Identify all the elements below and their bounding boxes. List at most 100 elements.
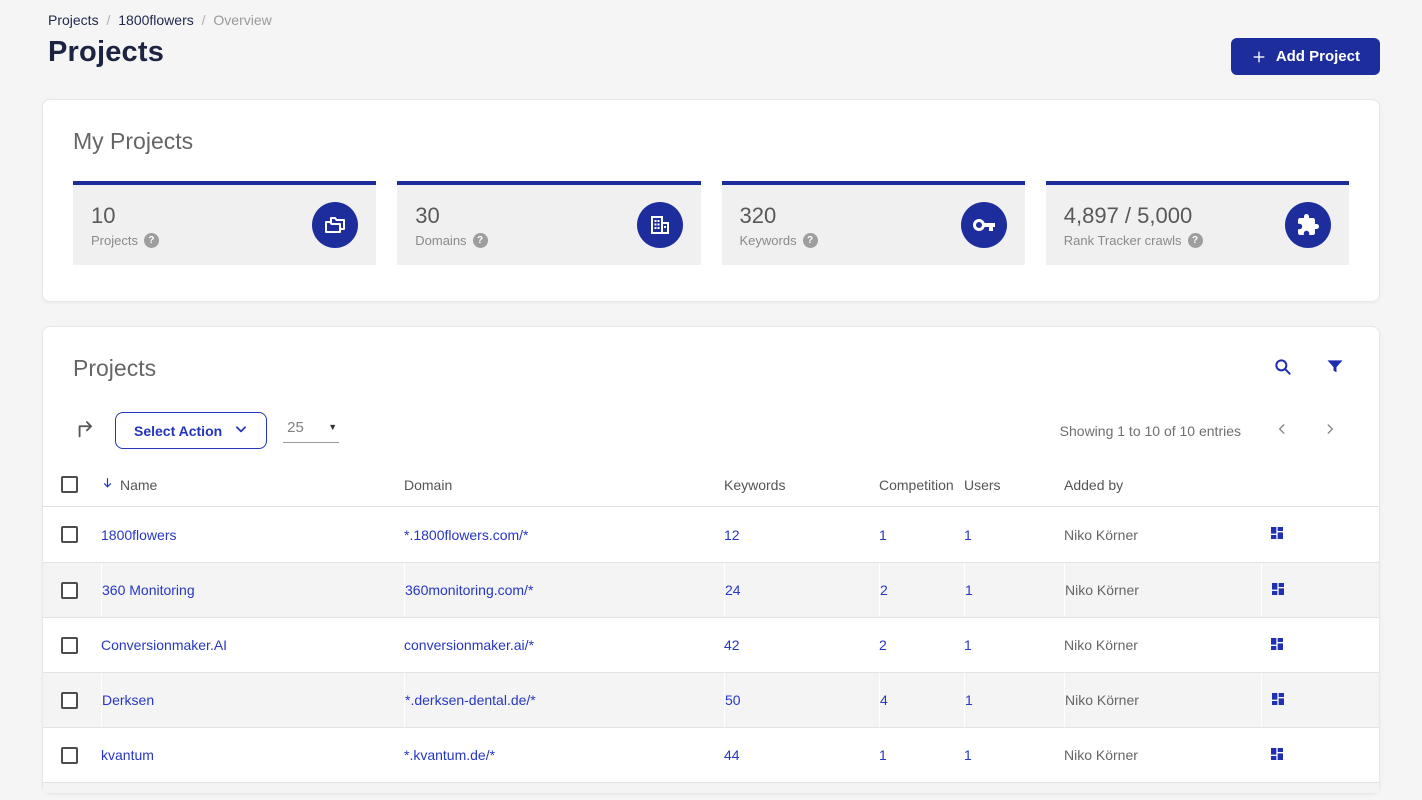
plus-icon (1251, 49, 1267, 65)
key-icon (960, 202, 1007, 248)
table-body: 1800flowers *.1800flowers.com/* 12 1 1 N… (43, 507, 1379, 793)
users-count-link[interactable]: 1 (965, 692, 973, 708)
users-count-link[interactable]: 1 (965, 582, 973, 598)
select-action-label: Select Action (134, 422, 223, 439)
select-all-checkbox[interactable] (61, 476, 78, 493)
project-name-link[interactable]: kvantum (101, 747, 154, 763)
users-count-link[interactable]: 1 (964, 527, 972, 543)
stat-label: Rank Tracker crawls (1063, 232, 1182, 248)
help-icon[interactable]: ? (1187, 232, 1203, 248)
row-checkbox[interactable] (61, 581, 78, 599)
sort-descending-icon (101, 476, 114, 493)
building-icon (636, 202, 683, 248)
keywords-count-link[interactable]: 50 (725, 692, 741, 708)
help-icon[interactable]: ? (472, 232, 488, 248)
my-projects-panel: My Projects 10 Projects ? 30 Domains ? 3… (42, 99, 1380, 302)
search-icon (1273, 359, 1293, 380)
stat-card-domains: 30 Domains ? (397, 181, 701, 265)
filter-icon (1325, 360, 1345, 380)
dashboard-button[interactable] (1267, 523, 1287, 546)
column-header-label: Name (120, 476, 158, 493)
dashboard-icon (1269, 747, 1285, 765)
project-domain-link[interactable]: 360monitoring.com/* (405, 582, 533, 598)
dashboard-button[interactable] (1268, 579, 1288, 602)
column-header-name[interactable]: Name (101, 463, 404, 506)
project-domain-link[interactable]: *.1800flowers.com/* (404, 527, 529, 543)
stat-value: 4,897 / 5,000 (1063, 202, 1193, 228)
page-size-select[interactable]: 25 ▼ (283, 418, 340, 443)
projects-panel: Projects Select Action 25 ▼ Showing 1 to… (42, 326, 1380, 794)
dashboard-button[interactable] (1268, 689, 1288, 712)
breadcrumb-separator: / (106, 12, 111, 28)
project-name-link[interactable]: Derksen (102, 692, 154, 708)
table-row: 360 Monitoring 360monitoring.com/* 24 2 … (43, 562, 1379, 617)
project-domain-link[interactable]: *.derksen-dental.de/* (405, 692, 536, 708)
added-by-value: Niko Körner (1064, 637, 1138, 653)
column-header-keywords[interactable]: Keywords (724, 463, 879, 506)
export-button[interactable] (73, 418, 99, 443)
caret-down-icon: ▼ (328, 422, 338, 432)
column-header-added-by[interactable]: Added by (1064, 463, 1261, 506)
chevron-right-icon (1323, 424, 1337, 439)
added-by-value: Niko Körner (1065, 582, 1139, 598)
competition-count-link[interactable]: 1 (879, 527, 887, 543)
added-by-value: Niko Körner (1064, 526, 1138, 543)
project-name-link[interactable]: 360 Monitoring (102, 582, 195, 598)
table-toolbar: Select Action 25 ▼ Showing 1 to 10 of 10… (43, 382, 1379, 449)
breadcrumb-separator: / (201, 12, 206, 28)
keywords-count-link[interactable]: 12 (724, 527, 740, 543)
add-project-label: Add Project (1275, 48, 1360, 65)
dashboard-button[interactable] (1267, 744, 1287, 767)
table-row: Conversionmaker.AI conversionmaker.ai/* … (43, 617, 1379, 672)
search-button[interactable] (1271, 355, 1295, 382)
row-checkbox[interactable] (61, 691, 78, 709)
table-row: kvantum *.kvantum.de/* 44 1 1 Niko Körne… (43, 727, 1379, 782)
select-action-dropdown[interactable]: Select Action (115, 412, 268, 449)
breadcrumb-1800flowers[interactable]: 1800flowers (118, 12, 194, 28)
keywords-count-link[interactable]: 44 (724, 747, 740, 763)
row-checkbox[interactable] (61, 746, 78, 764)
stat-card-keywords: 320 Keywords ? (721, 181, 1025, 265)
dashboard-button[interactable] (1267, 634, 1287, 657)
dashboard-icon (1270, 582, 1286, 600)
page-size-value: 25 (287, 418, 304, 436)
stat-value: 30 (415, 202, 440, 228)
users-count-link[interactable]: 1 (964, 747, 972, 763)
column-header-competition[interactable]: Competition (879, 463, 964, 506)
column-header-users[interactable]: Users (964, 463, 1064, 506)
column-header-domain[interactable]: Domain (404, 463, 724, 506)
help-icon[interactable]: ? (802, 232, 818, 248)
dashboard-icon (1269, 527, 1285, 544)
keywords-count-link[interactable]: 42 (724, 637, 740, 653)
stat-value: 10 (91, 202, 116, 228)
users-count-link[interactable]: 1 (964, 637, 972, 653)
project-name-link[interactable]: 1800flowers (101, 527, 177, 543)
add-project-button[interactable]: Add Project (1230, 38, 1380, 75)
folders-icon (312, 202, 359, 248)
help-icon[interactable]: ? (143, 232, 159, 248)
stat-card-projects: 10 Projects ? (73, 181, 377, 265)
breadcrumb-projects[interactable]: Projects (48, 12, 99, 28)
project-domain-link[interactable]: conversionmaker.ai/* (404, 637, 534, 653)
pagination-prev-button[interactable] (1265, 418, 1299, 443)
page-title: Projects (48, 36, 165, 68)
filter-button[interactable] (1323, 355, 1347, 382)
keywords-count-link[interactable]: 24 (725, 582, 741, 598)
stat-label: Domains (415, 232, 467, 248)
pagination-next-button[interactable] (1313, 418, 1347, 443)
row-checkbox[interactable] (61, 636, 78, 654)
added-by-value: Niko Körner (1065, 692, 1139, 708)
project-name-link[interactable]: Conversionmaker.AI (101, 637, 227, 653)
competition-count-link[interactable]: 1 (879, 747, 887, 763)
title-bar: Projects Add Project (42, 36, 1380, 75)
competition-count-link[interactable]: 4 (880, 692, 888, 708)
showing-entries-text: Showing 1 to 10 of 10 entries (1059, 422, 1241, 439)
row-checkbox[interactable] (61, 526, 78, 543)
table-row: Derksen *.derksen-dental.de/* 50 4 1 Nik… (43, 672, 1379, 727)
competition-count-link[interactable]: 2 (880, 582, 888, 598)
project-domain-link[interactable]: *.kvantum.de/* (404, 747, 495, 763)
breadcrumb-overview: Overview (213, 12, 272, 28)
competition-count-link[interactable]: 2 (879, 637, 887, 653)
stat-label: Keywords (739, 232, 797, 248)
stat-card-rank-tracker: 4,897 / 5,000 Rank Tracker crawls ? (1045, 181, 1349, 265)
